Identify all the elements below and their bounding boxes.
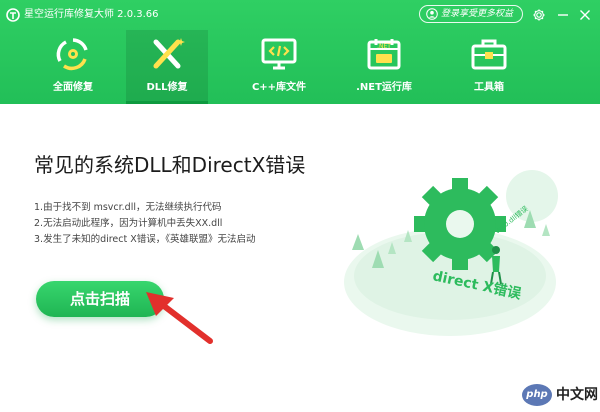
tab-net-runtime[interactable]: .NET .NET运行库 xyxy=(343,30,425,104)
watermark: php 中文网 xyxy=(522,384,598,408)
app-title: 星空运行库修复大师 2.0.3.66 xyxy=(24,9,159,20)
tab-label: .NET运行库 xyxy=(356,82,412,93)
repair-cycle-icon xyxy=(56,38,88,71)
gear-icon[interactable] xyxy=(532,8,546,22)
tab-toolbox[interactable]: 工具箱 xyxy=(448,30,530,104)
tab-cpp-libraries[interactable]: C++库文件 xyxy=(238,30,320,104)
tab-label: 全面修复 xyxy=(53,82,93,93)
app-logo-icon xyxy=(6,8,20,22)
close-icon[interactable] xyxy=(578,8,592,22)
page-title: 常见的系统DLL和DirectX错误 xyxy=(34,153,306,177)
issue-item: 3.发生了未知的direct X错误，《英雄联盟》无法启动 xyxy=(34,234,256,245)
toolbox-icon xyxy=(471,39,507,70)
red-arrow-icon xyxy=(146,292,213,344)
tab-label: 工具箱 xyxy=(474,82,504,93)
tab-dll-repair[interactable]: DLL修复 xyxy=(126,30,208,104)
watermark-logo-text: php xyxy=(526,389,548,400)
dll-tools-icon xyxy=(153,38,185,69)
tab-label: C++库文件 xyxy=(251,82,307,93)
login-label: 登录享受更多权益 xyxy=(441,9,514,19)
minimize-icon[interactable] xyxy=(556,8,570,22)
app-header: 星空运行库修复大师 2.0.3.66 登录享受更多权益 全面修复 DLL修复 C… xyxy=(0,0,600,104)
watermark-text: 中文网 xyxy=(556,387,598,403)
dll-error-illustration: vcr0.dll错误 direct X错误 xyxy=(344,170,558,336)
user-icon xyxy=(426,8,438,20)
tab-label: DLL修复 xyxy=(146,82,188,93)
svg-text:.NET: .NET xyxy=(377,43,391,50)
login-button[interactable]: 登录享受更多权益 xyxy=(419,5,523,23)
code-monitor-icon xyxy=(261,38,297,70)
tab-full-repair[interactable]: 全面修复 xyxy=(32,30,114,104)
issue-item: 2.无法启动此程序，因为计算机中丢失XX.dll xyxy=(34,218,223,229)
net-calendar-icon: .NET xyxy=(367,39,401,70)
issue-item: 1.由于找不到 msvcr.dll，无法继续执行代码 xyxy=(34,202,222,213)
